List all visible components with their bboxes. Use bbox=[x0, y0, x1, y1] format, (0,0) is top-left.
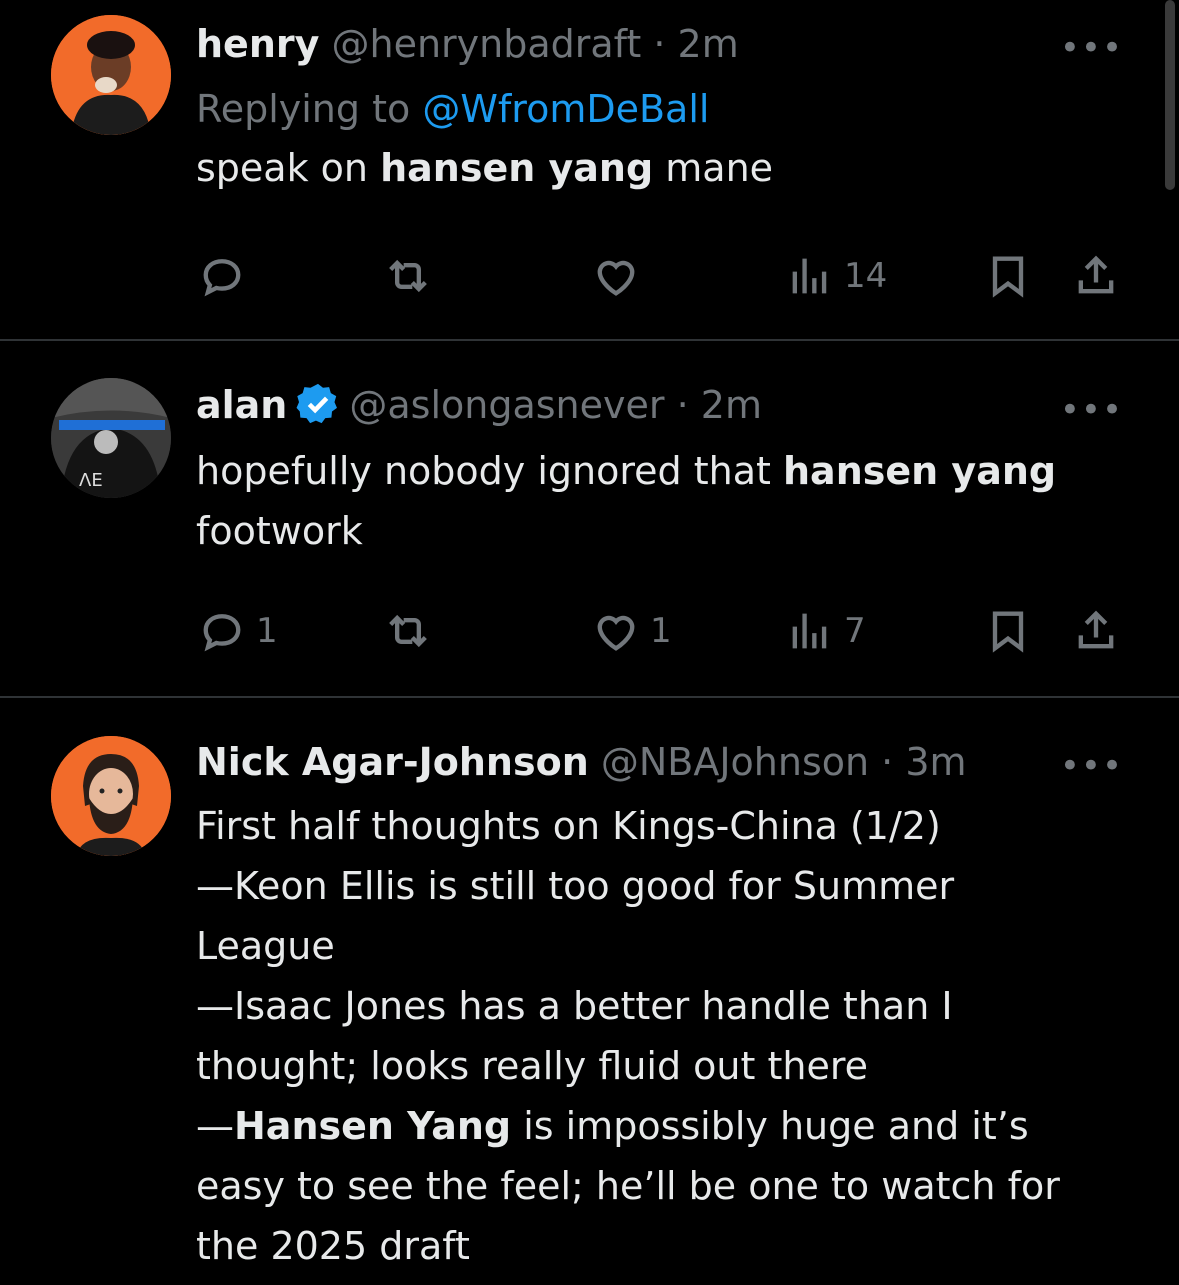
bold-text: Hansen Yang bbox=[234, 1104, 512, 1148]
reply-button[interactable]: 1 bbox=[196, 601, 278, 661]
timestamp[interactable]: 2m bbox=[701, 383, 762, 427]
bookmark-icon bbox=[992, 611, 1024, 653]
body-line: League bbox=[196, 916, 1109, 976]
separator: · bbox=[664, 383, 701, 427]
tweet-body: hopefully nobody ignored that hansen yan… bbox=[196, 441, 1109, 561]
body-line: thought; looks really fluid out there bbox=[196, 1036, 1109, 1096]
separator: · bbox=[641, 22, 678, 66]
more-icon[interactable]: ••• bbox=[1060, 749, 1123, 783]
avatar-image bbox=[51, 736, 171, 856]
action-bar: 1 1 7 bbox=[196, 601, 1124, 661]
more-icon[interactable]: ••• bbox=[1060, 393, 1123, 427]
svg-text:ΛE: ΛE bbox=[79, 470, 103, 491]
avatar-image: ΛE bbox=[51, 378, 171, 498]
body-line: the 2025 draft bbox=[196, 1216, 1109, 1276]
views-button[interactable]: 14 bbox=[784, 246, 887, 306]
handle[interactable]: @NBAJohnson bbox=[601, 740, 869, 784]
timestamp[interactable]: 3m bbox=[905, 740, 966, 784]
reply-count: 1 bbox=[256, 611, 278, 651]
replying-handle-link[interactable]: @WfromDeBall bbox=[422, 87, 709, 131]
display-name[interactable]: henry bbox=[196, 22, 319, 66]
tweet-header: Nick Agar-Johnson @NBAJohnson · 3m bbox=[196, 738, 1109, 786]
body-line: speak on hansen yang mane bbox=[196, 138, 1109, 198]
timestamp[interactable]: 2m bbox=[678, 22, 739, 66]
avatar[interactable] bbox=[51, 15, 171, 135]
retweet-button[interactable] bbox=[382, 246, 434, 306]
reply-icon bbox=[203, 614, 241, 652]
tweet-body: speak on hansen yang mane bbox=[196, 138, 1109, 198]
body-line: footwork bbox=[196, 501, 1109, 561]
body-line: —Hansen Yang is impossibly huge and it’s bbox=[196, 1096, 1109, 1156]
body-line: easy to see the feel; he’ll be one to wa… bbox=[196, 1156, 1109, 1216]
action-bar: 14 bbox=[196, 246, 1124, 306]
separator: · bbox=[869, 740, 906, 784]
share-icon bbox=[1078, 255, 1114, 294]
like-button[interactable] bbox=[590, 246, 650, 306]
views-icon bbox=[792, 613, 827, 649]
body-line: First half thoughts on Kings-China (1/2) bbox=[196, 796, 1109, 856]
display-name[interactable]: alan bbox=[196, 383, 287, 427]
share-icon bbox=[1078, 610, 1114, 649]
like-count: 1 bbox=[650, 611, 672, 651]
reply-icon bbox=[203, 259, 241, 297]
like-icon bbox=[597, 260, 635, 296]
more-icon[interactable]: ••• bbox=[1060, 31, 1123, 65]
replying-prefix: Replying to bbox=[196, 87, 411, 131]
avatar-image bbox=[51, 15, 171, 135]
body-line: —Isaac Jones has a better handle than I bbox=[196, 976, 1109, 1036]
body-text: mane bbox=[653, 146, 774, 190]
body-text: is impossibly huge and it’s bbox=[511, 1104, 1029, 1148]
tweet-body: First half thoughts on Kings-China (1/2)… bbox=[196, 796, 1109, 1276]
views-icon bbox=[792, 258, 827, 294]
bookmark-button[interactable] bbox=[982, 246, 1034, 306]
body-text: easy to see the feel; he’ll be one to wa… bbox=[196, 1164, 1060, 1208]
body-text: — bbox=[196, 1104, 234, 1148]
body-text: League bbox=[196, 924, 335, 968]
body-line: —Keon Ellis is still too good for Summer bbox=[196, 856, 1109, 916]
verified-badge-icon bbox=[296, 383, 338, 424]
views-count: 7 bbox=[844, 611, 866, 651]
share-button[interactable] bbox=[1070, 601, 1122, 661]
views-count: 14 bbox=[844, 256, 888, 296]
bold-text: hansen yang bbox=[380, 146, 654, 190]
body-text: —Keon Ellis is still too good for Summer bbox=[196, 864, 955, 908]
body-text: footwork bbox=[196, 509, 363, 553]
body-text: hopefully nobody ignored that bbox=[196, 449, 783, 493]
retweet-icon bbox=[389, 614, 427, 648]
body-text: the 2025 draft bbox=[196, 1224, 470, 1268]
like-button[interactable]: 1 bbox=[590, 601, 672, 661]
body-line: hopefully nobody ignored that hansen yan… bbox=[196, 441, 1109, 501]
bookmark-button[interactable] bbox=[982, 601, 1034, 661]
body-text: thought; looks really fluid out there bbox=[196, 1044, 868, 1088]
tweet-header: henry @henrynbadraft · 2m bbox=[196, 20, 1109, 68]
avatar[interactable] bbox=[51, 736, 171, 856]
body-text: —Isaac Jones has a better handle than I bbox=[196, 984, 953, 1028]
body-text: First half thoughts on Kings-China (1/2) bbox=[196, 804, 941, 848]
handle[interactable]: @aslongasnever bbox=[349, 383, 664, 427]
handle[interactable]: @henrynbadraft bbox=[331, 22, 641, 66]
replying-to: Replying to @WfromDeBall bbox=[196, 84, 1109, 134]
body-text: speak on bbox=[196, 146, 381, 190]
bookmark-icon bbox=[992, 256, 1024, 298]
retweet-icon bbox=[389, 259, 427, 293]
bold-text: hansen yang bbox=[783, 449, 1057, 493]
like-icon bbox=[597, 615, 635, 651]
tweet-alan[interactable]: ΛE alan @aslongasnever · 2m hopefully nob… bbox=[0, 341, 1179, 697]
tweet-nick[interactable]: Nick Agar-Johnson @NBAJohnson · 3m First… bbox=[0, 698, 1179, 1285]
retweet-button[interactable] bbox=[382, 601, 434, 661]
avatar[interactable]: ΛE bbox=[51, 378, 171, 498]
display-name[interactable]: Nick Agar-Johnson bbox=[196, 740, 589, 784]
reply-button[interactable] bbox=[196, 246, 256, 306]
share-button[interactable] bbox=[1070, 246, 1122, 306]
tweet-header: alan @aslongasnever · 2m bbox=[196, 381, 1109, 429]
views-button[interactable]: 7 bbox=[784, 601, 866, 661]
tweet-henry[interactable]: henry @henrynbadraft · 2m Replying to @W… bbox=[0, 0, 1179, 340]
